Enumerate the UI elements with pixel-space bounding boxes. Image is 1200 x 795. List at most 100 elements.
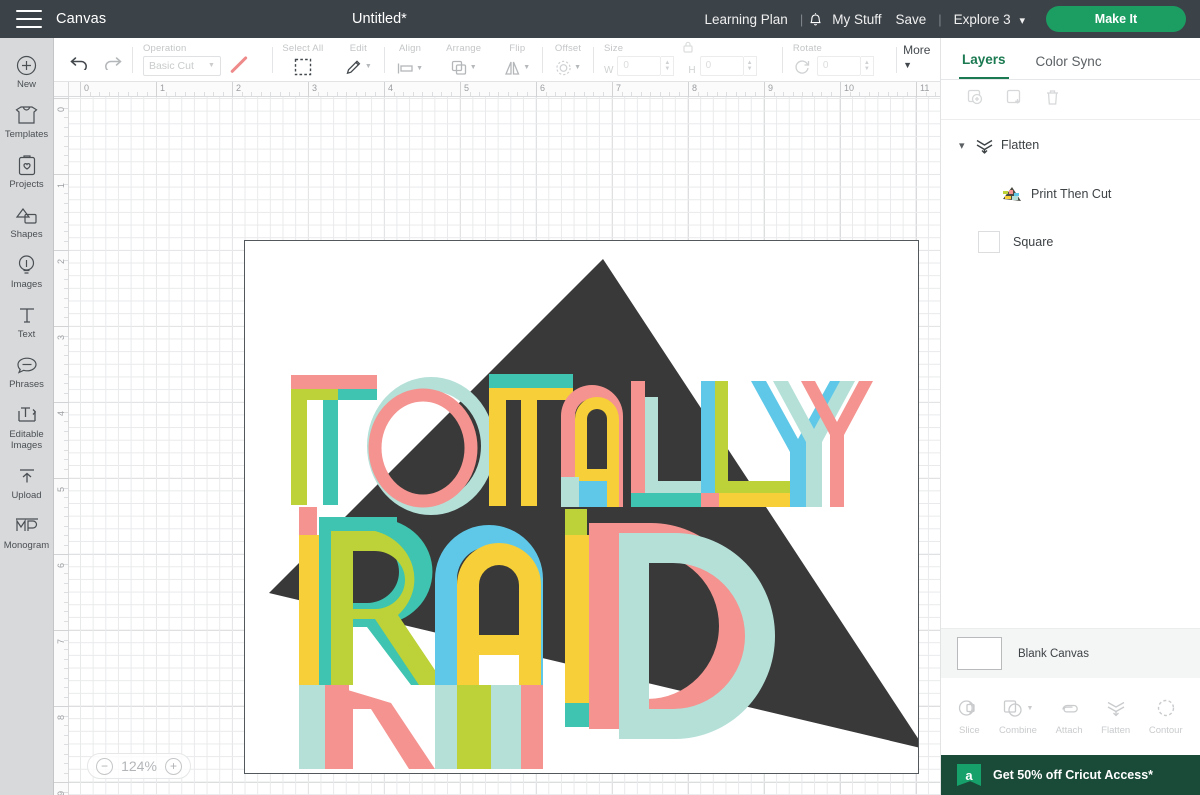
- align-button[interactable]: ▼: [395, 61, 425, 82]
- ruler-h-minor-tick: [118, 92, 119, 96]
- sidebar-item-templates[interactable]: Templates: [0, 96, 54, 146]
- rotate-icon[interactable]: [793, 59, 811, 82]
- ruler-h-minor-tick: [241, 92, 243, 96]
- plus-circle-icon[interactable]: +: [165, 757, 182, 775]
- chevron-down-icon: ▾: [1019, 14, 1025, 27]
- ruler-h-minor-tick: [650, 92, 651, 96]
- ruler-h-minor-tick: [507, 92, 509, 96]
- redo-button[interactable]: [103, 55, 122, 82]
- sidebar-item-projects[interactable]: Projects: [0, 146, 54, 196]
- chevron-down-icon: ▼: [523, 64, 531, 71]
- sidebar-item-editable-images[interactable]: Editable Images: [0, 396, 54, 457]
- document-title[interactable]: Untitled*: [352, 11, 407, 27]
- header-separator-1: |: [799, 11, 804, 27]
- monogram-icon: [0, 514, 54, 538]
- layer-label-square: Square: [1013, 235, 1054, 249]
- hamburger-icon[interactable]: [16, 10, 42, 28]
- sidebar-item-upload[interactable]: Upload: [0, 457, 54, 507]
- lock-icon[interactable]: [682, 40, 693, 58]
- machine-selector[interactable]: Explore 3 ▾: [954, 12, 1025, 27]
- ruler-h-label: 3: [312, 83, 318, 93]
- ruler-v-minor-tick: [64, 791, 68, 793]
- upload-arrow-icon: [0, 464, 54, 488]
- ruler-h-major-tick: [460, 82, 461, 97]
- sidebar-item-phrases[interactable]: Phrases: [0, 346, 54, 396]
- ruler-v-minor-tick: [64, 525, 68, 527]
- design-canvas-area[interactable]: 0 1 2 3 4 5 6 7 8 9 10 11 0123456789 − 124% +: [54, 82, 940, 795]
- ruler-h-minor-tick: [583, 92, 585, 96]
- height-stepper[interactable]: ▲ ▼: [743, 55, 757, 76]
- align-group: Align ▼: [385, 38, 435, 82]
- edit-button[interactable]: ▼: [343, 58, 375, 82]
- rotate-input[interactable]: 0: [816, 55, 861, 76]
- edit-group: Edit ▼: [333, 38, 385, 82]
- ruler-v-major-tick: [54, 174, 69, 175]
- rotate-stepper[interactable]: ▲ ▼: [860, 55, 874, 76]
- layer-row-flatten[interactable]: ▾ Flatten: [941, 120, 1200, 170]
- layer-row-square[interactable]: Square: [941, 218, 1200, 266]
- ruler-v-minor-tick: [64, 316, 68, 318]
- sidebar-item-text[interactable]: Text: [0, 296, 54, 346]
- more-button[interactable]: More ▼: [903, 43, 940, 77]
- make-it-button[interactable]: Make It: [1046, 6, 1186, 32]
- layer-row-print-then-cut[interactable]: Print Then Cut: [941, 170, 1200, 218]
- chevron-down-icon[interactable]: ▾: [959, 139, 975, 152]
- ruler-v-major-tick: [54, 98, 69, 99]
- flatten-button[interactable]: Flatten: [1101, 697, 1130, 736]
- tab-color-sync[interactable]: Color Sync: [1033, 54, 1105, 79]
- offset-button[interactable]: ▼: [553, 60, 583, 82]
- ruler-h-major-tick: [308, 82, 309, 97]
- ruler-h-minor-tick: [925, 92, 927, 96]
- line-color-swatch[interactable]: [229, 56, 249, 76]
- layer-label-flatten: Flatten: [1001, 138, 1040, 152]
- ruler-v-minor-tick: [64, 212, 68, 213]
- add-layer-icon[interactable]: [1006, 89, 1023, 111]
- duplicate-selection-icon[interactable]: [967, 89, 984, 111]
- arrange-button[interactable]: ▼: [445, 60, 482, 82]
- tab-layers[interactable]: Layers: [959, 52, 1009, 79]
- totally-rad-artwork[interactable]: [245, 241, 919, 774]
- width-stepper[interactable]: ▲ ▼: [661, 55, 675, 76]
- slice-button[interactable]: Slice: [958, 697, 980, 736]
- blank-canvas-swatch[interactable]: [957, 637, 1002, 670]
- contour-button[interactable]: Contour: [1149, 697, 1183, 736]
- learning-plan-link[interactable]: Learning Plan: [704, 12, 787, 27]
- bell-icon[interactable]: [808, 11, 823, 27]
- panel-tabs: Layers Color Sync: [941, 38, 1200, 80]
- select-all-caption: Select All: [282, 42, 324, 54]
- sidebar-item-new[interactable]: New: [0, 46, 54, 96]
- undo-button[interactable]: [70, 55, 89, 82]
- select-all-button[interactable]: [283, 58, 322, 82]
- ruler-h-minor-tick: [137, 92, 138, 96]
- height-input[interactable]: 0: [699, 55, 744, 76]
- ruler-h-minor-tick: [593, 92, 594, 96]
- my-stuff-link[interactable]: My Stuff: [832, 12, 881, 27]
- ruler-v-minor-tick: [64, 411, 68, 413]
- sidebar-item-shapes[interactable]: Shapes: [0, 196, 54, 246]
- ruler-v-minor-tick: [64, 468, 68, 470]
- sidebar-label-new: New: [16, 79, 36, 90]
- cricut-access-promo[interactable]: a Get 50% off Cricut Access*: [941, 755, 1200, 795]
- trash-icon[interactable]: [1045, 89, 1060, 111]
- combine-button[interactable]: ▼ Combine: [999, 697, 1037, 736]
- sidebar-item-monogram[interactable]: Monogram: [0, 507, 54, 557]
- ruler-v-minor-tick: [64, 753, 68, 755]
- ruler-h-minor-tick: [574, 92, 575, 96]
- canvas-label[interactable]: Canvas: [56, 11, 106, 27]
- rotate-group: Rotate 0 ▲ ▼: [783, 38, 896, 82]
- ruler-h-minor-tick: [127, 92, 129, 96]
- artboard[interactable]: [244, 240, 919, 774]
- flip-button[interactable]: ▼: [502, 60, 532, 82]
- save-button[interactable]: Save: [895, 12, 926, 27]
- size-group: Size W 0 ▲ ▼ H 0 ▲ ▼: [594, 38, 782, 82]
- ruler-h-major-tick: [384, 82, 385, 97]
- square-swatch[interactable]: [978, 231, 1008, 253]
- ruler-h-minor-tick: [906, 92, 908, 96]
- blank-canvas-row[interactable]: Blank Canvas: [941, 628, 1200, 678]
- width-input[interactable]: 0: [617, 55, 662, 76]
- ruler-v-minor-tick: [64, 725, 68, 726]
- attach-button[interactable]: Attach: [1056, 697, 1083, 736]
- minus-circle-icon[interactable]: −: [96, 757, 113, 775]
- sidebar-item-images[interactable]: Images: [0, 246, 54, 296]
- operation-select[interactable]: Basic Cut ▼: [142, 55, 221, 76]
